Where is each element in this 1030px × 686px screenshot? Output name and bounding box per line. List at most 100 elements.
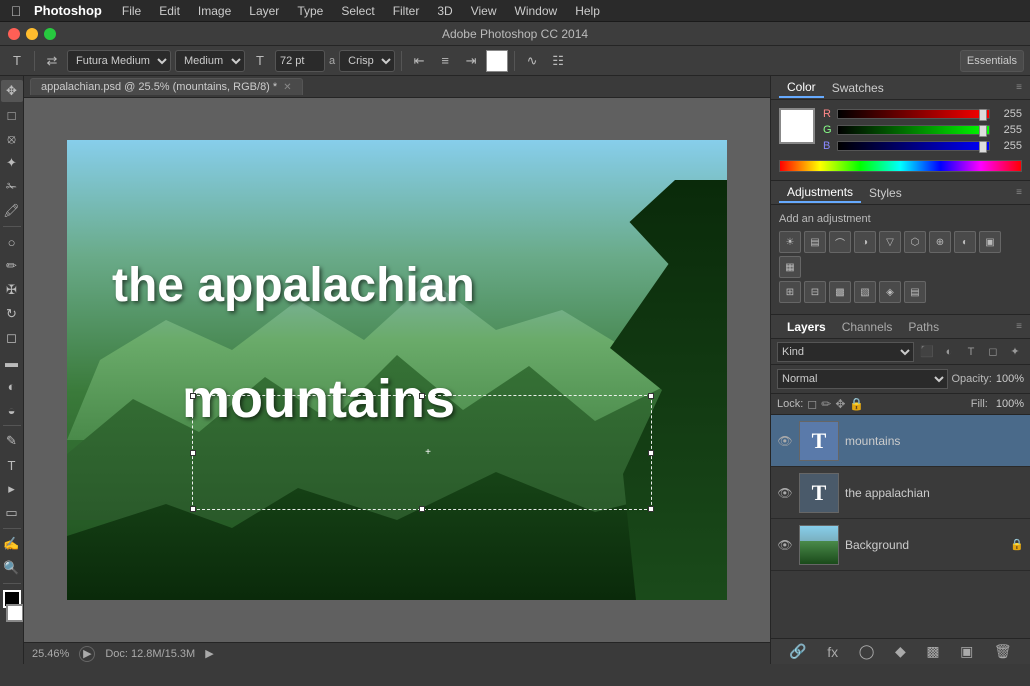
status-arrow-icon[interactable]: ▶ [79,646,95,662]
history-brush-tool[interactable]: ↻ [1,303,23,325]
layer-visibility-appalachian[interactable]: 👁 [777,485,793,501]
layer-row-background[interactable]: 👁 Background 🔒 [771,519,1030,571]
eyedropper-tool[interactable]: 🖍 [1,200,23,222]
menu-select[interactable]: Select [333,2,382,20]
zoom-tool[interactable]: 🔍 [1,557,23,579]
pixel-filter-icon[interactable]: ⬛ [918,343,936,361]
status-expand-icon[interactable]: ▶ [205,647,213,660]
swatches-tab[interactable]: Swatches [824,79,892,97]
lock-transparent-icon[interactable]: ◻ [807,397,817,411]
canvas-wrapper[interactable]: the appalachian mountains + [24,98,770,642]
brush-tool[interactable]: ✏ [1,255,23,277]
color-swatch[interactable] [779,108,815,144]
b-slider-track[interactable] [837,141,990,151]
layer-visibility-background[interactable]: 👁 [777,537,793,553]
layer-visibility-mountains[interactable]: 👁 [777,433,793,449]
menu-3d[interactable]: 3D [429,2,460,20]
lock-pixels-icon[interactable]: ✏ [821,397,831,411]
hand-tool[interactable]: ✍ [1,533,23,555]
move-tool[interactable]: ✥ [1,80,23,102]
colorbal-adj-icon[interactable]: ⊕ [929,231,951,253]
blur-tool[interactable]: ◐ [1,375,23,397]
layer-row-mountains[interactable]: 👁 T mountains [771,415,1030,467]
menu-window[interactable]: Window [507,2,566,20]
b-slider-thumb[interactable] [979,141,987,153]
lock-position-icon[interactable]: ✥ [835,397,845,411]
gradient-map-adj-icon[interactable]: ▤ [904,281,926,303]
invert-adj-icon[interactable]: ⊟ [804,281,826,303]
menu-type[interactable]: Type [289,2,331,20]
gradient-tool[interactable]: ▬ [1,351,23,373]
spectrum-bar[interactable] [779,160,1022,172]
font-family-select[interactable]: Futura Medium [67,50,171,72]
exposure-adj-icon[interactable]: ◑ [854,231,876,253]
new-group-button[interactable]: ▩ [926,643,939,660]
align-center-icon[interactable]: ≡ [434,50,456,72]
menu-file[interactable]: File [114,2,149,20]
text-color-swatch[interactable] [486,50,508,72]
close-button[interactable] [8,28,20,40]
dodge-tool[interactable]: ◒ [1,399,23,421]
photo-adj-icon[interactable]: ▣ [979,231,1001,253]
menu-filter[interactable]: Filter [385,2,428,20]
rectangular-marquee-tool[interactable]: □ [1,104,23,126]
layers-tab[interactable]: Layers [779,318,834,336]
g-slider-track[interactable] [837,125,990,135]
vibrance-adj-icon[interactable]: ▽ [879,231,901,253]
layers-panel-collapse[interactable]: ≡ [1016,321,1022,332]
blend-mode-select[interactable]: Normal [777,369,948,389]
shape-tool[interactable]: ▭ [1,502,23,524]
menu-image[interactable]: Image [190,2,239,20]
align-right-icon[interactable]: ⇥ [460,50,482,72]
menu-layer[interactable]: Layer [241,2,287,20]
type-tool-icon[interactable]: T [6,50,28,72]
g-slider-thumb[interactable] [979,125,987,137]
shape-filter-icon[interactable]: ◻ [984,343,1002,361]
maximize-button[interactable] [44,28,56,40]
minimize-button[interactable] [26,28,38,40]
smart-filter-icon[interactable]: ✦ [1006,343,1024,361]
add-adjustment-button[interactable]: ◆ [895,643,906,660]
fill-value[interactable]: 100% [996,398,1024,410]
delete-layer-button[interactable]: 🗑 [994,643,1012,660]
menu-help[interactable]: Help [567,2,608,20]
add-mask-button[interactable]: ◯ [859,643,875,660]
r-slider-thumb[interactable] [979,109,987,121]
layer-kind-select[interactable]: Kind [777,342,914,362]
opacity-value[interactable]: 100% [996,373,1024,385]
channelmix-adj-icon[interactable]: ▦ [779,256,801,278]
path-select-tool[interactable]: ▸ [1,478,23,500]
menu-view[interactable]: View [463,2,505,20]
adjustments-tab[interactable]: Adjustments [779,183,861,203]
adj-filter-icon[interactable]: ◐ [940,343,958,361]
type-filter-icon[interactable]: T [962,343,980,361]
essentials-button[interactable]: Essentials [960,50,1024,72]
layer-row-appalachian[interactable]: 👁 T the appalachian [771,467,1030,519]
clone-stamp-tool[interactable]: ✠ [1,279,23,301]
background-color[interactable] [6,604,24,622]
curves-adj-icon[interactable]: ⌒ [829,231,851,253]
brightness-adj-icon[interactable]: ☀ [779,231,801,253]
lock-all-icon[interactable]: 🔒 [849,397,864,411]
new-layer-button[interactable]: ▣ [960,643,973,660]
font-size-input[interactable] [275,50,325,72]
color-tab[interactable]: Color [779,78,824,98]
align-left-icon[interactable]: ⇤ [408,50,430,72]
channels-tab[interactable]: Channels [834,318,901,336]
type-tool[interactable]: T [1,454,23,476]
adj-panel-collapse[interactable]: ≡ [1016,187,1022,198]
layer-effects-button[interactable]: fx [827,644,838,660]
hsl-adj-icon[interactable]: ⬡ [904,231,926,253]
threshold-adj-icon[interactable]: ▧ [854,281,876,303]
canvas-tab[interactable]: appalachian.psd @ 25.5% (mountains, RGB/… [30,78,303,95]
colorkup-adj-icon[interactable]: ⊞ [779,281,801,303]
tab-close-button[interactable]: ✕ [283,82,291,93]
menu-edit[interactable]: Edit [151,2,188,20]
font-style-select[interactable]: Medium [175,50,245,72]
selectcolor-adj-icon[interactable]: ◈ [879,281,901,303]
levels-adj-icon[interactable]: ▤ [804,231,826,253]
color-panel-collapse[interactable]: ≡ [1016,82,1022,93]
char-panel-icon[interactable]: ☷ [547,50,569,72]
text-orient-icon[interactable]: ⇄ [41,50,63,72]
crop-tool[interactable]: ✁ [1,176,23,198]
